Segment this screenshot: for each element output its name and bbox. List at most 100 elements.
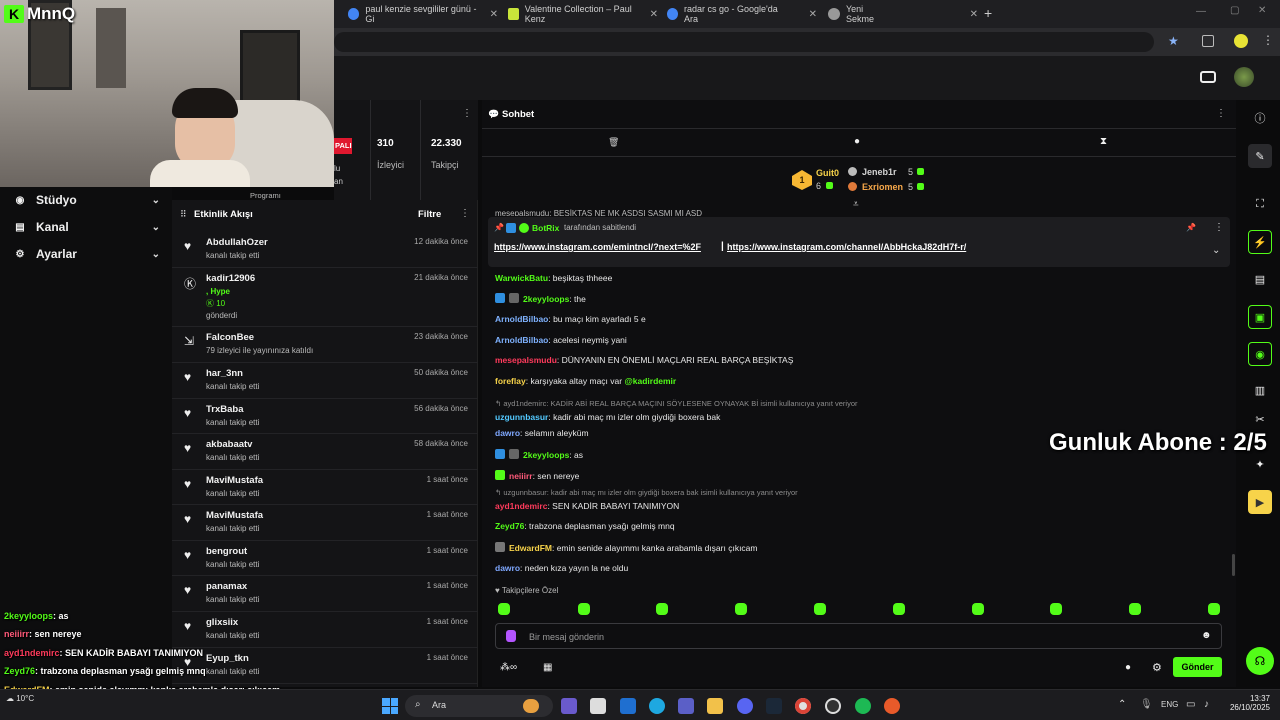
feed-item[interactable]: ⇲ FalconBee 23 dakika önce 79 izleyici ile … (172, 327, 478, 363)
chat-username[interactable]: neiiirr (509, 471, 533, 481)
spotify-icon[interactable] (855, 698, 871, 714)
chat-username[interactable]: Zeyd76 (495, 521, 524, 531)
chat-username[interactable]: dawro (495, 428, 520, 438)
chat-menu-icon[interactable]: ⋮ (1216, 108, 1226, 119)
feed-item[interactable]: ♥ MaviMustafa 1 saat önce kanalı takip etti (172, 470, 478, 505)
emote-icon[interactable] (656, 603, 668, 615)
chat-message[interactable]: uzgunnbasur: kadir abi maç mı izler olm … (495, 412, 720, 422)
tab-3[interactable]: radar cs go - Google'da Ara ✕ (667, 4, 817, 24)
emote-icon[interactable] (1208, 603, 1220, 615)
mic-icon[interactable] (506, 630, 516, 642)
pinned-link-2[interactable]: https://www.instagram.com/channel/AbbHck… (727, 242, 966, 252)
hourglass-icon[interactable]: ⧗ (1100, 136, 1107, 147)
nav-studio[interactable]: ◉ Stüdyo ⌄ (14, 193, 160, 207)
layout-icon[interactable]: ▥ (1248, 378, 1272, 402)
teams-icon[interactable] (678, 698, 694, 714)
chat-mention[interactable]: @kadirdemir (624, 376, 676, 386)
feed-item[interactable]: ♥ panamax 1 saat önce kanalı takip etti (172, 576, 478, 612)
infinity-icon[interactable]: ⁂∞ (500, 662, 517, 673)
stream-preview-icon[interactable] (1200, 71, 1216, 83)
chat-message[interactable]: ArnoldBilbao: acelesi neymiş yani (495, 335, 627, 345)
scrollbar[interactable] (1232, 554, 1235, 576)
close-icon[interactable]: ✕ (650, 9, 658, 20)
feed-item[interactable]: ♥ har_3nn 50 dakika önce kanalı takip etti (172, 363, 478, 399)
gear-icon[interactable]: ⚙ (1152, 661, 1162, 674)
profile-icon[interactable] (1234, 34, 1248, 48)
close-icon[interactable]: ✕ (809, 9, 817, 20)
close-icon[interactable]: ✕ (490, 9, 498, 20)
star-icon[interactable]: ★ (1168, 34, 1179, 48)
message-input[interactable]: Bir mesaj gönderin ☻ (495, 623, 1222, 649)
feed-item[interactable]: ♥ akbabaatv 58 dakika önce kanalı takip ett… (172, 434, 478, 470)
chrome-icon[interactable] (795, 698, 811, 714)
lightning-icon[interactable]: ⚡ (1248, 230, 1272, 254)
chat-username[interactable]: mesepalsmudu (495, 355, 557, 365)
chat-message[interactable]: ayd1ndemirc: SEN KADİR BABAYI TANIMIYON (495, 501, 679, 511)
trash-icon[interactable]: 🗑 (608, 137, 619, 148)
store-icon[interactable]: ▦ (543, 662, 552, 673)
info-icon[interactable]: ⓘ (1248, 106, 1272, 130)
chat-message[interactable]: EdwardFM: emin senide alayımmı kanka ara… (495, 542, 757, 553)
chevron-down-icon[interactable]: ⌄ (1212, 245, 1220, 256)
chat-message[interactable]: dawro: selamın aleyküm (495, 428, 589, 438)
obs-icon[interactable] (825, 698, 841, 714)
mic-tray-icon[interactable]: 🎙 (1140, 699, 1153, 710)
close-window-icon[interactable]: ✕ (1258, 5, 1266, 16)
emote-icon[interactable] (735, 603, 747, 615)
emote-icon[interactable] (1050, 603, 1062, 615)
chat-username[interactable]: dawro (495, 563, 520, 573)
chat-message[interactable]: dawro: neden kıza yayın la ne oldu (495, 563, 628, 573)
emoji-icon[interactable]: ☻ (1201, 630, 1212, 641)
menu-icon[interactable]: ⋮ (1262, 33, 1274, 47)
feed-item[interactable]: ♥ TrxBaba 56 dakika önce kanalı takip etti (172, 399, 478, 434)
maximize-icon[interactable]: ▢ (1230, 5, 1239, 16)
chat-username[interactable]: uzgunnbasur (495, 412, 548, 422)
chat-username[interactable]: ayd1ndemirc (495, 501, 547, 511)
network-icon[interactable]: ▭ (1186, 699, 1195, 710)
feed-item[interactable]: ♥ glixsiix 1 saat önce kanalı takip etti (172, 612, 478, 648)
chat-username[interactable]: 2keyyloops (523, 294, 569, 304)
chat-message[interactable]: neiiirr: sen nereye (495, 470, 579, 481)
nav-settings[interactable]: ⚙ Ayarlar ⌄ (14, 247, 160, 261)
send-button[interactable]: Gönder (1173, 657, 1222, 677)
chat-message[interactable]: foreflay: karşıyaka altay maçı var @kadi… (495, 376, 676, 386)
chat-username[interactable]: EdwardFM (509, 543, 552, 553)
feed-item[interactable]: ♥ Eyup_tkn 1 saat önce kanalı takip etti (172, 648, 478, 684)
chat-message[interactable]: WarwickBatu: beşiktaş thheee (495, 273, 612, 283)
chat-message[interactable]: Zeyd76: trabzona deplasman ysağı gelmiş … (495, 521, 675, 531)
nav-channel[interactable]: ▤ Kanal ⌄ (14, 220, 160, 234)
discord-icon[interactable] (737, 698, 753, 714)
close-icon[interactable]: ✕ (970, 9, 978, 20)
drag-handle-icon[interactable]: ⠿ (180, 209, 187, 220)
chat-username[interactable]: ArnoldBilbao (495, 314, 548, 324)
windows-start-icon[interactable] (382, 698, 398, 714)
chat-settings-bubble-icon[interactable]: ● (1125, 662, 1131, 673)
explorer-icon[interactable] (707, 698, 723, 714)
extensions-icon[interactable] (1202, 35, 1214, 47)
volume-icon[interactable]: ♪ (1204, 699, 1209, 710)
chat-message-icon[interactable]: ● (854, 136, 860, 147)
store-app-icon[interactable] (590, 698, 606, 714)
tab-2[interactable]: Valentine Collection – Paul Kenz ✕ (508, 4, 658, 24)
widgets-icon[interactable] (561, 698, 577, 714)
chat-message[interactable]: mesepalsmudu: DÜNYANIN EN ÖNEMLİ MAÇLARI… (495, 355, 793, 365)
feed-item[interactable]: ♥ AbdullahOzer 12 dakika önce kanalı takip … (172, 232, 478, 268)
avatar[interactable] (1234, 67, 1254, 87)
tools-icon[interactable]: ✂ (1248, 407, 1272, 431)
chat-username[interactable]: WarwickBatu (495, 273, 548, 283)
weather-widget[interactable]: ☁ 10°C (6, 694, 34, 703)
chat-message[interactable]: ArnoldBilbao: bu maçı kim ayarladı 5 e (495, 314, 646, 324)
chat-icon[interactable]: ▣ (1248, 305, 1272, 329)
feed-menu-icon[interactable]: ⋮ (460, 208, 470, 219)
broadcast-icon[interactable]: ◉ (1248, 342, 1272, 366)
edge-icon[interactable] (649, 698, 665, 714)
chat-username[interactable]: ArnoldBilbao (495, 335, 548, 345)
feed-item[interactable]: ♥ bengrout 1 saat önce kanalı takip etti (172, 541, 478, 576)
unpin-icon[interactable]: 📌 (1186, 223, 1196, 232)
tab-1[interactable]: paul kenzie sevgililer günü - Gi ✕ (348, 4, 498, 24)
emote-icon[interactable] (498, 603, 510, 615)
app-icon[interactable] (884, 698, 900, 714)
clock[interactable]: 13:37 26/10/2025 (1220, 694, 1270, 712)
support-button[interactable]: ☊ (1246, 647, 1274, 675)
emote-icon[interactable] (814, 603, 826, 615)
